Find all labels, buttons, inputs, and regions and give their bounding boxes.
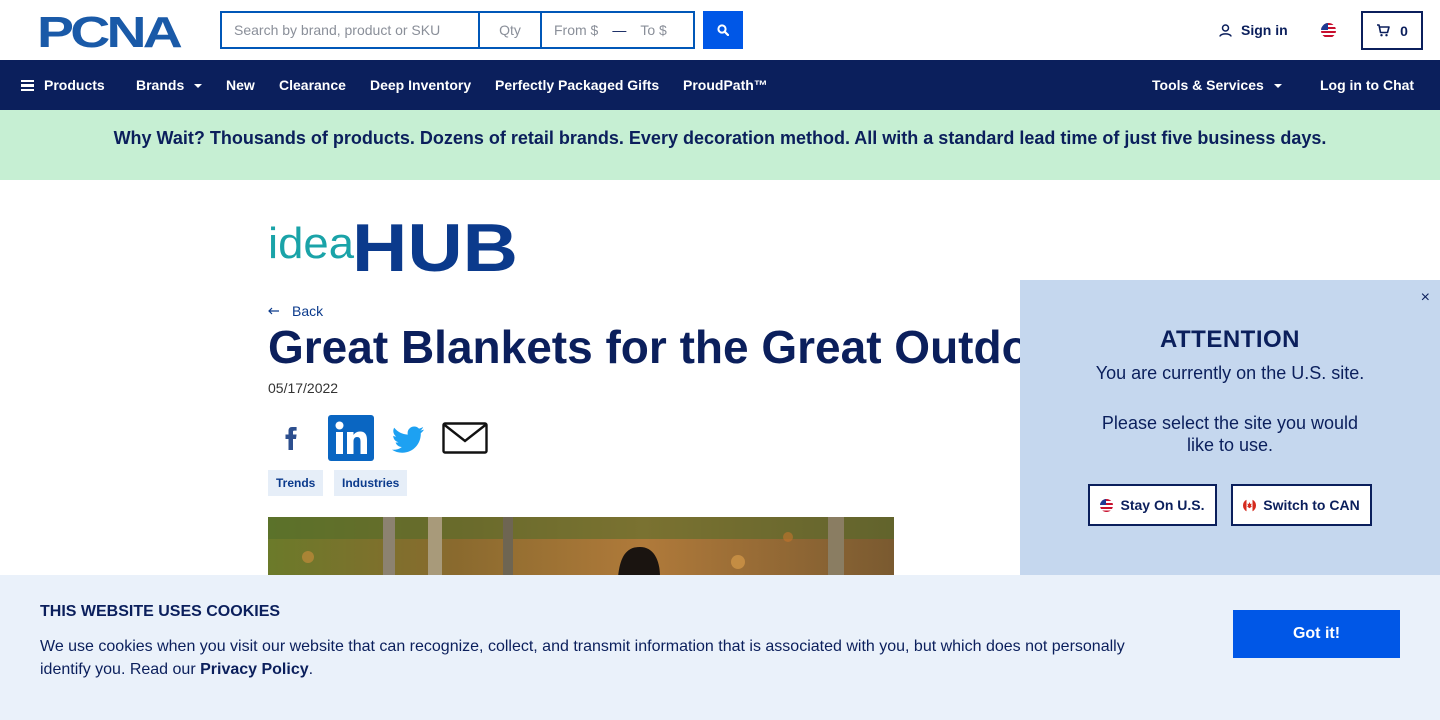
arrow-left-icon: [268, 307, 279, 315]
search-input[interactable]: [220, 11, 478, 49]
price-to-field[interactable]: To $: [640, 22, 666, 38]
price-from-field[interactable]: From $: [554, 22, 598, 38]
top-header: PCNA From $ — To $ Sign in: [0, 0, 1440, 60]
cookie-body: We use cookies when you visit our websit…: [40, 635, 1150, 681]
promo-banner: Why Wait? Thousands of products. Dozens …: [0, 110, 1440, 180]
back-label: Back: [292, 303, 324, 319]
privacy-policy-link[interactable]: Privacy Policy: [200, 661, 309, 678]
nav-item-new[interactable]: New: [226, 77, 255, 93]
canada-flag-icon: [1243, 498, 1257, 512]
nav-item-products[interactable]: Products: [21, 77, 105, 93]
modal-heading: ATTENTION: [1159, 326, 1301, 353]
nav-item-deep-inventory[interactable]: Deep Inventory: [370, 77, 471, 93]
cookie-heading: THIS WEBSITE USES COOKIES: [40, 603, 281, 620]
tag-industries[interactable]: Industries: [334, 470, 408, 496]
cart-count: 0: [1400, 22, 1408, 39]
main-nav: Products Brands New Clearance Deep Inven…: [0, 60, 1440, 110]
hamburger-icon: [21, 79, 34, 92]
search-button[interactable]: [703, 11, 743, 49]
caret-down-icon: [194, 84, 203, 89]
nav-label: Brands: [136, 77, 185, 93]
site-selector-modal: × ATTENTION You are currently on the U.S…: [1020, 280, 1440, 578]
nav-label: Tools & Services: [1152, 77, 1264, 93]
got-it-button[interactable]: Got it!: [1233, 610, 1400, 658]
stay-on-us-label: Stay On U.S.: [1120, 497, 1205, 513]
modal-message-current-site: You are currently on the U.S. site.: [1095, 363, 1365, 383]
stay-on-us-button[interactable]: Stay On U.S.: [1088, 484, 1217, 526]
svg-text:idea: idea: [268, 219, 355, 268]
cart-icon: [1377, 24, 1390, 37]
user-icon: [1219, 23, 1232, 37]
email-icon[interactable]: [442, 415, 488, 461]
facebook-icon[interactable]: [268, 415, 318, 461]
promo-text: Why Wait? Thousands of products. Dozens …: [113, 127, 1327, 148]
switch-to-can-label: Switch to CAN: [1263, 497, 1360, 513]
share-bar: [268, 415, 488, 461]
svg-text:PCNA: PCNA: [37, 12, 182, 50]
nav-item-perfectly-packaged-gifts[interactable]: Perfectly Packaged Gifts: [495, 77, 659, 93]
us-flag-icon[interactable]: [1321, 23, 1336, 38]
pcna-logo[interactable]: PCNA: [37, 12, 184, 50]
modal-message-select-site: Please select the site you would like to…: [1101, 413, 1359, 455]
nav-item-brands[interactable]: Brands: [136, 77, 203, 93]
qty-input[interactable]: [478, 11, 540, 49]
close-icon[interactable]: ×: [1421, 289, 1430, 307]
cart-button[interactable]: 0: [1361, 11, 1423, 50]
nav-item-proudpath[interactable]: ProudPath™: [683, 77, 768, 93]
price-range-separator: —: [612, 22, 627, 38]
us-flag-icon: [1100, 498, 1114, 512]
caret-down-icon: [1273, 84, 1282, 89]
nav-item-clearance[interactable]: Clearance: [279, 77, 346, 93]
ideahub-logo[interactable]: idea HUB: [268, 212, 520, 276]
sign-in-link[interactable]: Sign in: [1219, 22, 1288, 38]
nav-item-tools-services[interactable]: Tools & Services: [1152, 77, 1282, 93]
nav-item-login-chat[interactable]: Log in to Chat: [1320, 77, 1414, 93]
nav-label: Products: [44, 77, 105, 93]
switch-to-can-button[interactable]: Switch to CAN: [1231, 484, 1372, 526]
back-link[interactable]: Back: [268, 303, 323, 319]
article-hero-image: [268, 517, 894, 577]
linkedin-icon[interactable]: [328, 415, 374, 461]
svg-text:HUB: HUB: [352, 212, 518, 276]
cookie-banner: THIS WEBSITE USES COOKIES We use cookies…: [0, 575, 1440, 720]
twitter-icon[interactable]: [388, 415, 428, 461]
sign-in-label: Sign in: [1241, 22, 1288, 38]
price-range[interactable]: From $ — To $: [540, 11, 695, 49]
search-bar: From $ — To $: [220, 11, 743, 49]
article-date: 05/17/2022: [268, 380, 339, 396]
tag-trends[interactable]: Trends: [268, 470, 324, 496]
cookie-body-end: .: [308, 661, 314, 678]
article-title: Great Blankets for the Great Outdoors: [268, 321, 1102, 373]
search-icon: [717, 24, 729, 36]
